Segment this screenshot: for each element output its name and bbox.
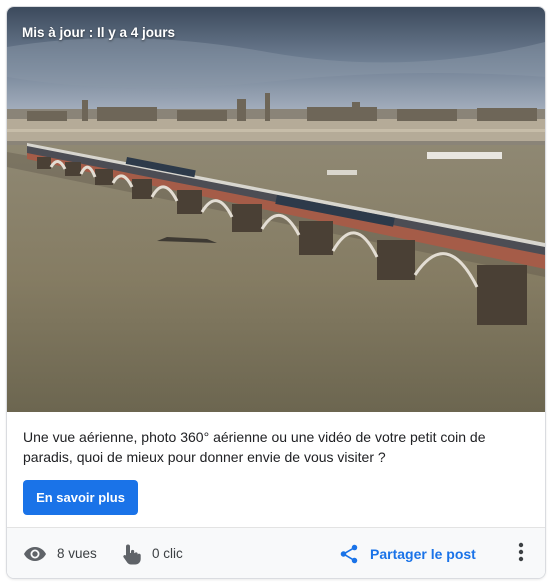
share-post-button[interactable]: Partager le post [338,528,476,578]
share-label: Partager le post [370,545,476,562]
more-options-button[interactable] [509,540,533,568]
more-vertical-icon [518,542,524,567]
post-footer: 8 vues 0 clic Partager le post [7,527,545,578]
post-photo: Mis à jour : Il y a 4 jours [7,7,545,412]
views-stat: 8 vues [23,528,97,578]
eye-icon [23,542,47,566]
post-card: Mis à jour : Il y a 4 jours Une vue aéri… [6,6,546,579]
post-description: Une vue aérienne, photo 360° aérienne ou… [23,429,486,465]
clicks-stat: 0 clic [120,528,183,578]
clicks-count: 0 clic [152,546,183,561]
learn-more-button[interactable]: En savoir plus [23,480,138,515]
views-count: 8 vues [57,546,97,561]
updated-label: Mis à jour : Il y a 4 jours [22,25,176,40]
bridge-aerial-image [7,7,545,412]
touch-hand-icon [120,542,142,566]
share-icon [338,543,360,565]
